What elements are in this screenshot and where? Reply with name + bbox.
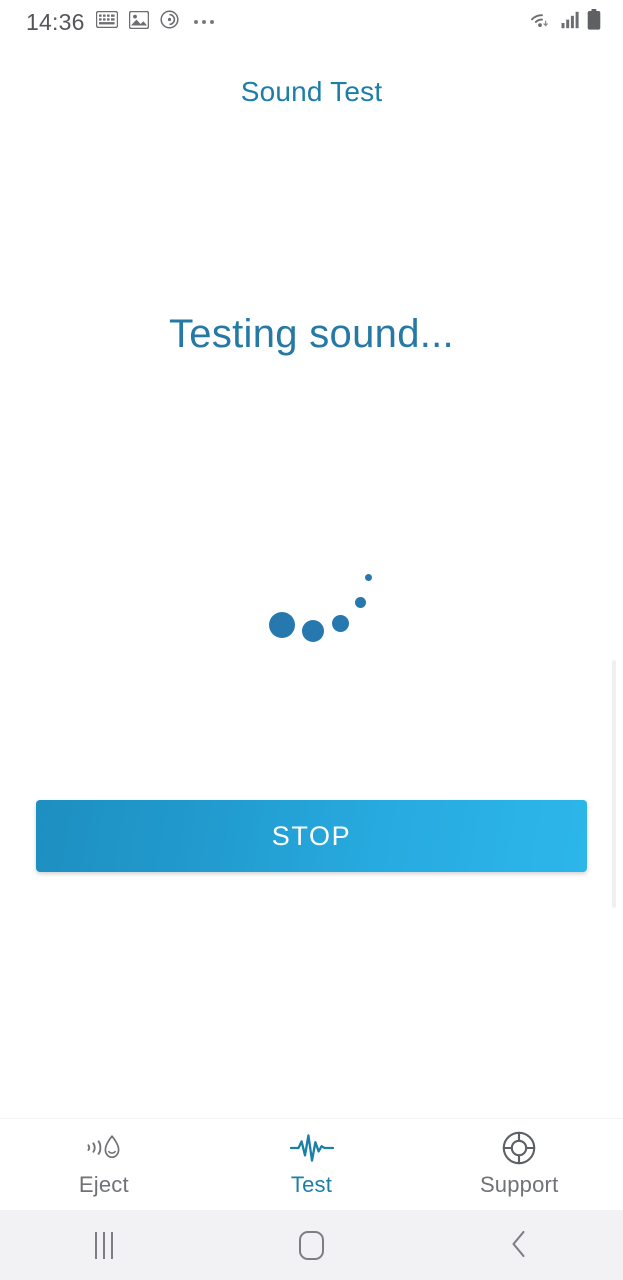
loading-spinner	[253, 570, 393, 660]
water-drop-sound-icon	[82, 1131, 126, 1165]
waveform-pulse-icon	[289, 1131, 335, 1165]
lifebuoy-icon	[501, 1131, 537, 1165]
wifi-icon	[530, 10, 554, 34]
more-icons-indicator	[193, 20, 214, 24]
tab-support[interactable]: Support	[415, 1119, 623, 1211]
vertical-scrollbar[interactable]	[612, 660, 616, 908]
status-clock: 14:36	[26, 8, 85, 35]
recents-icon	[94, 1231, 113, 1259]
stop-button[interactable]: STOP	[36, 800, 587, 872]
back-button[interactable]	[415, 1210, 623, 1280]
alarm-icon	[160, 10, 179, 34]
tab-test[interactable]: Test	[208, 1119, 416, 1211]
image-icon	[128, 10, 149, 34]
keyboard-icon	[95, 10, 118, 33]
page-title: Sound Test	[240, 76, 383, 107]
home-button[interactable]	[208, 1210, 416, 1280]
status-bar-right	[530, 9, 601, 35]
stop-button-label: STOP	[271, 820, 352, 851]
spinner-dot-5	[365, 574, 372, 581]
bottom-tab-bar: Eject Test Support	[0, 1118, 623, 1210]
cellular-signal-icon	[561, 11, 580, 34]
tab-support-label: Support	[479, 1172, 559, 1197]
battery-icon	[587, 9, 601, 35]
recents-button[interactable]	[0, 1210, 208, 1280]
spinner-dot-4	[355, 597, 366, 608]
app-screen: 14:36 Sound Test Testing sound... STOP E…	[0, 0, 623, 1280]
spinner-dot-2	[302, 620, 324, 642]
back-chevron-icon	[509, 1229, 529, 1262]
status-message: Testing sound...	[169, 312, 454, 356]
spinner-dot-1	[269, 612, 295, 638]
status-bar: 14:36	[0, 0, 623, 44]
tab-test-label: Test	[290, 1172, 333, 1197]
home-icon	[299, 1230, 324, 1260]
tab-eject-label: Eject	[78, 1172, 129, 1197]
android-navigation-bar	[0, 1210, 623, 1280]
main-content: Testing sound... STOP	[0, 130, 623, 1108]
spinner-dot-3	[332, 615, 349, 632]
tab-eject[interactable]: Eject	[0, 1119, 208, 1211]
status-bar-left: 14:36	[26, 9, 214, 36]
